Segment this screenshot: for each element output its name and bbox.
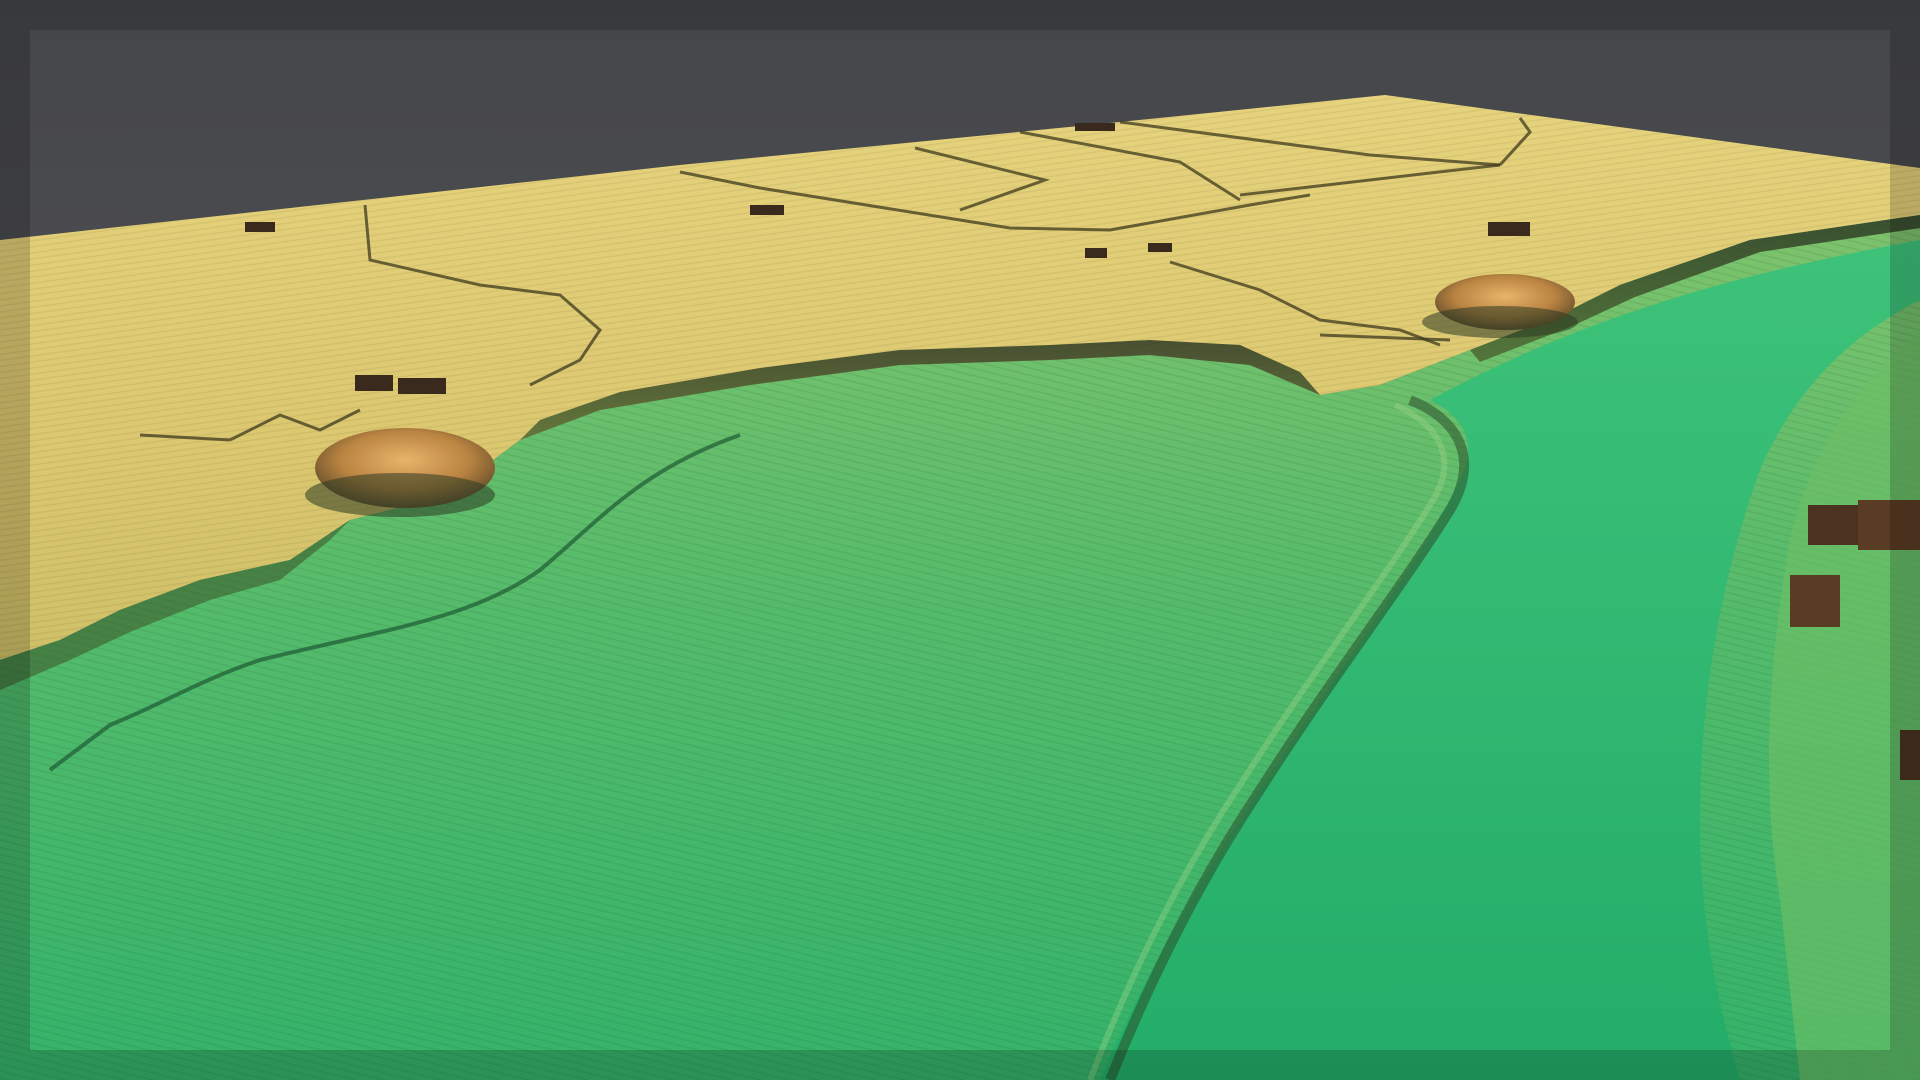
building (245, 222, 275, 232)
mound-west-shadow (305, 473, 495, 517)
building (355, 375, 393, 391)
building (1148, 243, 1172, 252)
building (1808, 505, 1858, 545)
building (750, 205, 784, 215)
mound-east-shadow (1422, 306, 1578, 338)
terrain-render (0, 0, 1920, 1080)
building (1075, 123, 1115, 131)
building (1085, 248, 1107, 258)
building (1790, 575, 1840, 627)
building (1488, 222, 1530, 236)
terrain-viewport[interactable] (0, 0, 1920, 1080)
building (398, 378, 446, 394)
